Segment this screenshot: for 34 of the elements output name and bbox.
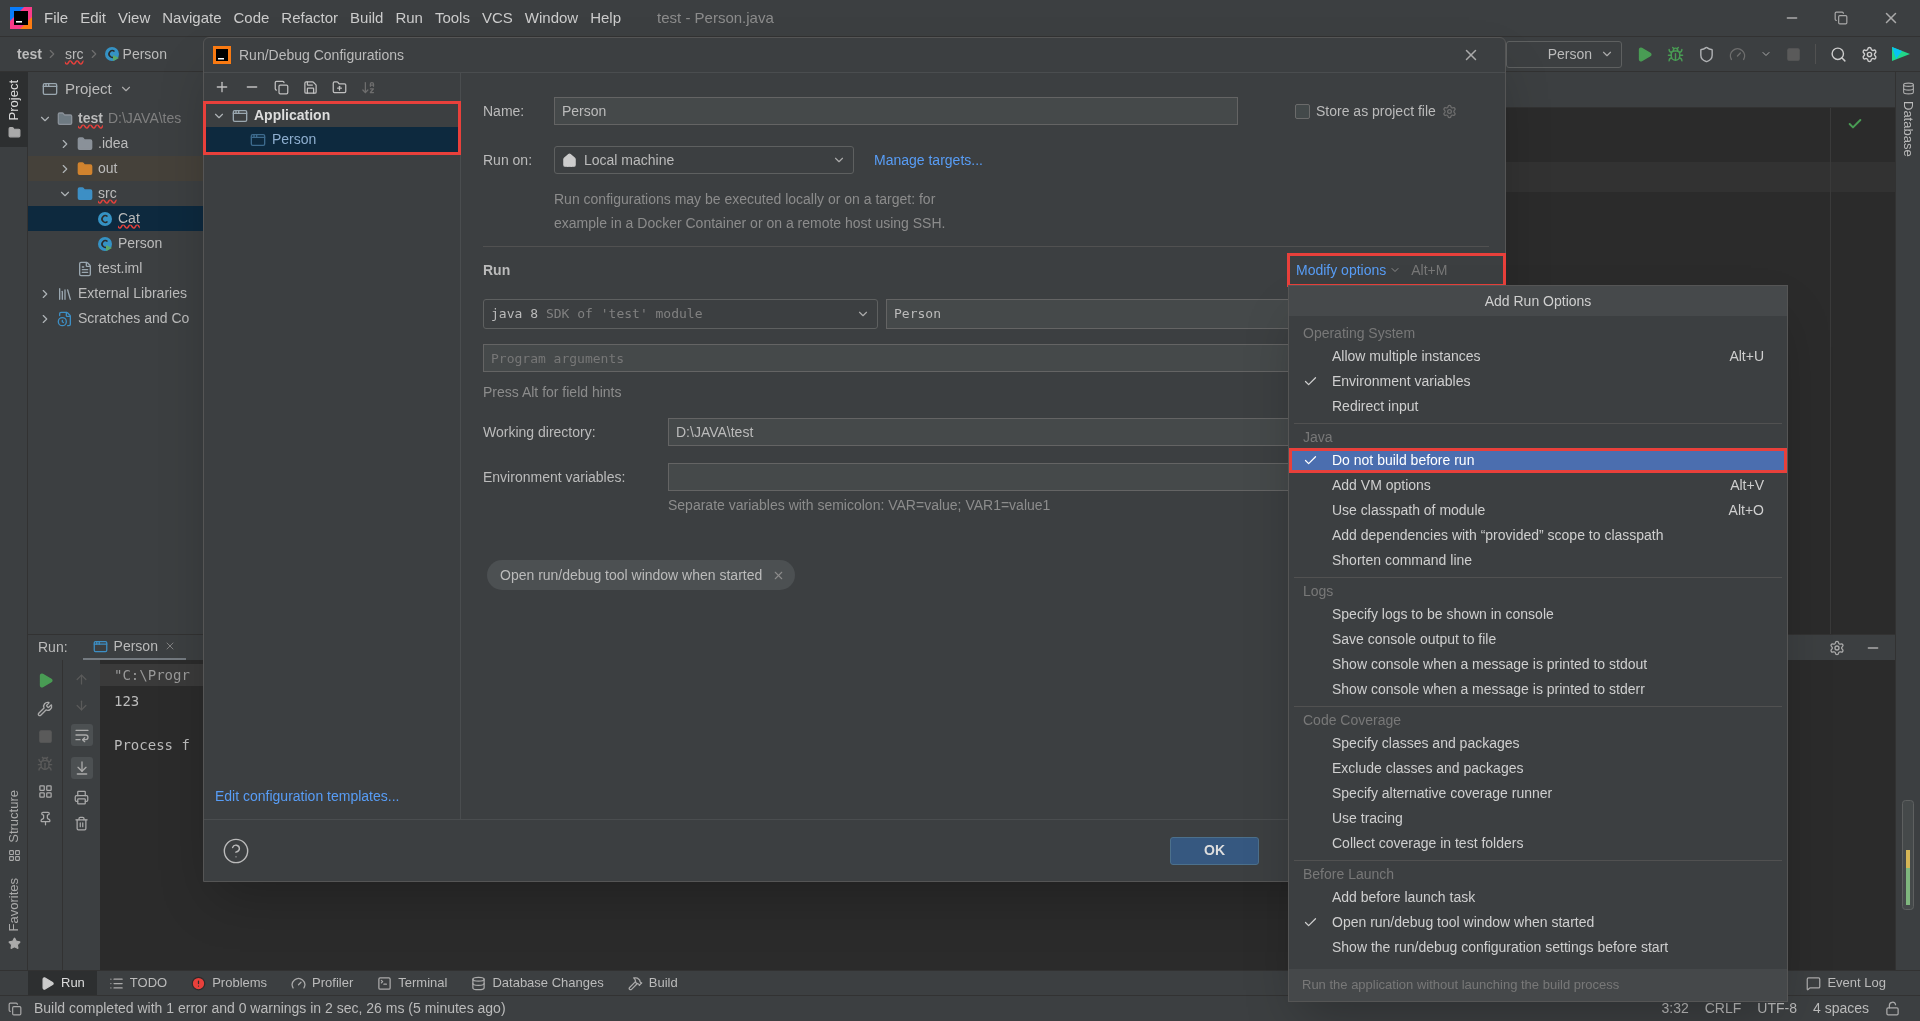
tree-item-label: test.iml (98, 259, 143, 278)
group-header: Logs (1302, 582, 1335, 601)
window-title: test - Person.java (657, 7, 774, 28)
tree-item-label: out (98, 159, 118, 178)
tree-item-label: src (98, 184, 117, 203)
popup-title: Add Run Options (1289, 286, 1787, 316)
field-label: Name: (483, 101, 526, 121)
field-label: Working directory: (483, 422, 597, 442)
tree-item-label: .idea (98, 134, 129, 153)
field-hint: Press Alt for field hints (483, 383, 622, 402)
tree-item-path: D:\JAVA\tes (107, 109, 182, 128)
tree-item-label: Scratches and Co (78, 309, 190, 328)
field-label: Run on: (483, 150, 534, 170)
group-header: Java (1302, 428, 1334, 447)
checkbox-label: Store as project file (1316, 101, 1436, 121)
shortcut-hint: Alt+U (1729, 347, 1764, 366)
shortcut-hint: Alt+V (1730, 476, 1764, 495)
status-message: Build completed with 1 error and 0 warnings in 2 sec, 26 ms (5 minutes ago) (34, 999, 506, 1018)
group-header: Code Coverage (1302, 711, 1403, 730)
section-title: Run (483, 260, 511, 280)
dialog-title: Run/Debug Configurations (239, 45, 404, 65)
tree-item-label: Cat (118, 209, 140, 228)
group-header: Before Launch (1302, 865, 1396, 884)
shortcut-hint: Alt+M (1411, 260, 1448, 280)
panel-title: Run: (38, 638, 68, 657)
console-line: Process f (113, 736, 190, 755)
tree-item-label: Person (118, 234, 163, 253)
tree-item-label: test (78, 109, 103, 128)
field-label: Environment variables: (483, 467, 627, 487)
tree-item-label: External Libraries (78, 284, 187, 303)
run-on-description: Run configurations may be executed locally or on a target: for example in a Docker Container or on a remote host using SSH. (554, 190, 947, 233)
shortcut-hint: Alt+O (1728, 501, 1764, 520)
field-hint: Separate variables with semicolon: VAR=value; VAR1=value1 (668, 496, 1051, 515)
console-line: 123 (113, 692, 140, 711)
